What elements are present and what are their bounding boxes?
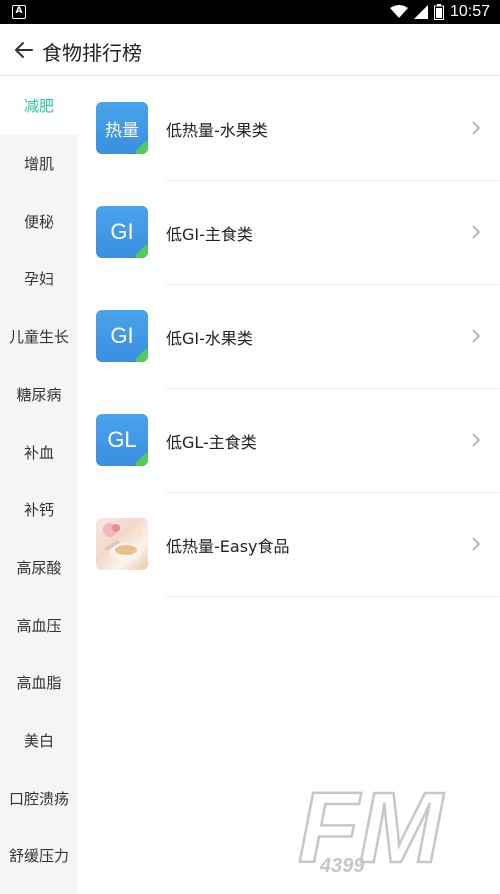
sidebar-item-muscle-gain[interactable]: 增肌 — [0, 135, 78, 193]
sidebar-item-mouth-ulcer[interactable]: 口腔溃疡 — [0, 769, 78, 827]
page-title: 食物排行榜 — [42, 41, 142, 65]
sidebar-item-label: 孕妇 — [23, 270, 54, 289]
battery-icon — [433, 4, 444, 20]
list-item[interactable]: GL 低GL-主食类 — [78, 389, 500, 493]
sidebar-item-label: 舒缓压力 — [8, 847, 69, 866]
signal-icon — [413, 5, 428, 19]
food-photo-icon — [96, 518, 148, 570]
list-item-label: 低热量-Easy食品 — [166, 537, 290, 556]
list-item-label: 低GL-主食类 — [166, 433, 257, 452]
sidebar-item-hypertension[interactable]: 高血压 — [0, 596, 78, 654]
sidebar-item-blood[interactable]: 补血 — [0, 423, 78, 481]
list-item[interactable]: 热量 低热量-水果类 — [78, 77, 500, 181]
sidebar-item-label: 补血 — [23, 443, 54, 462]
sidebar-item-label: 减肥 — [23, 97, 54, 116]
app-notification-icon: A — [12, 5, 26, 19]
sidebar-item-pregnant[interactable]: 孕妇 — [0, 250, 78, 308]
icon-text: GI — [110, 323, 134, 348]
sidebar-item-label: 增肌 — [23, 155, 54, 174]
sidebar-item-label: 口腔溃疡 — [8, 789, 69, 808]
sidebar-item-calcium[interactable]: 补钙 — [0, 481, 78, 539]
app-bar: 食物排行榜 — [0, 24, 500, 76]
fm4399-watermark-logo: FM 4399 — [297, 780, 447, 880]
calorie-icon: 热量 — [96, 102, 148, 154]
gi-icon: GI — [96, 206, 148, 258]
category-sidebar: 减肥 增肌 便秘 孕妇 儿童生长 糖尿病 补血 补钙 高尿酸 高血压 高血脂 美… — [0, 77, 78, 894]
chevron-right-icon — [472, 537, 481, 551]
list-item-label: 低GI-主食类 — [166, 225, 253, 244]
chevron-right-icon — [472, 329, 481, 343]
status-bar: A 10:57 — [0, 0, 500, 24]
sidebar-item-hyperlipidemia[interactable]: 高血脂 — [0, 654, 78, 712]
chevron-right-icon — [472, 433, 481, 447]
sidebar-item-label: 补钙 — [23, 501, 54, 520]
list-item-label: 低热量-水果类 — [166, 121, 268, 140]
ranking-list: 热量 低热量-水果类 GI 低GI-主食类 GI 低GI-水果类 GL 低GL-… — [78, 77, 500, 894]
food-photo — [103, 523, 143, 561]
chevron-right-icon — [472, 121, 481, 135]
corner-decoration — [134, 244, 148, 258]
icon-text: 热量 — [105, 120, 139, 141]
corner-decoration — [134, 140, 148, 154]
sidebar-item-label: 糖尿病 — [16, 385, 62, 404]
divider — [166, 596, 500, 597]
clock: 10:57 — [449, 3, 490, 20]
sidebar-item-stress-relief[interactable]: 舒缓压力 — [0, 827, 78, 885]
list-item-label: 低GI-水果类 — [166, 329, 253, 348]
sidebar-item-label: 高血压 — [16, 616, 62, 635]
wifi-icon — [389, 5, 408, 18]
icon-text: GI — [110, 219, 134, 244]
corner-decoration — [134, 348, 148, 362]
gl-icon: GL — [96, 414, 148, 466]
watermark-sub: 4399 — [319, 855, 365, 877]
sidebar-item-constipation[interactable]: 便秘 — [0, 192, 78, 250]
sidebar-item-diabetes[interactable]: 糖尿病 — [0, 366, 78, 424]
gi-icon: GI — [96, 310, 148, 362]
sidebar-item-label: 儿童生长 — [8, 328, 69, 347]
sidebar-item-weight-loss[interactable]: 减肥 — [0, 77, 78, 135]
sidebar-item-label: 高血脂 — [16, 674, 62, 693]
list-item[interactable]: 低热量-Easy食品 — [78, 493, 500, 597]
arrow-left-icon — [15, 42, 33, 58]
sidebar-item-uric-acid[interactable]: 高尿酸 — [0, 539, 78, 597]
sidebar-item-label: 美白 — [23, 732, 54, 751]
sidebar-item-whitening[interactable]: 美白 — [0, 712, 78, 770]
icon-text: GL — [107, 427, 137, 452]
sidebar-item-child-growth[interactable]: 儿童生长 — [0, 308, 78, 366]
back-button[interactable] — [10, 36, 38, 64]
sidebar-item-label: 高尿酸 — [16, 558, 62, 577]
chevron-right-icon — [472, 225, 481, 239]
list-item[interactable]: GI 低GI-主食类 — [78, 181, 500, 285]
list-item[interactable]: GI 低GI-水果类 — [78, 285, 500, 389]
status-icons: 10:57 — [389, 0, 490, 24]
sidebar-item-label: 便秘 — [23, 212, 54, 231]
corner-decoration — [134, 452, 148, 466]
